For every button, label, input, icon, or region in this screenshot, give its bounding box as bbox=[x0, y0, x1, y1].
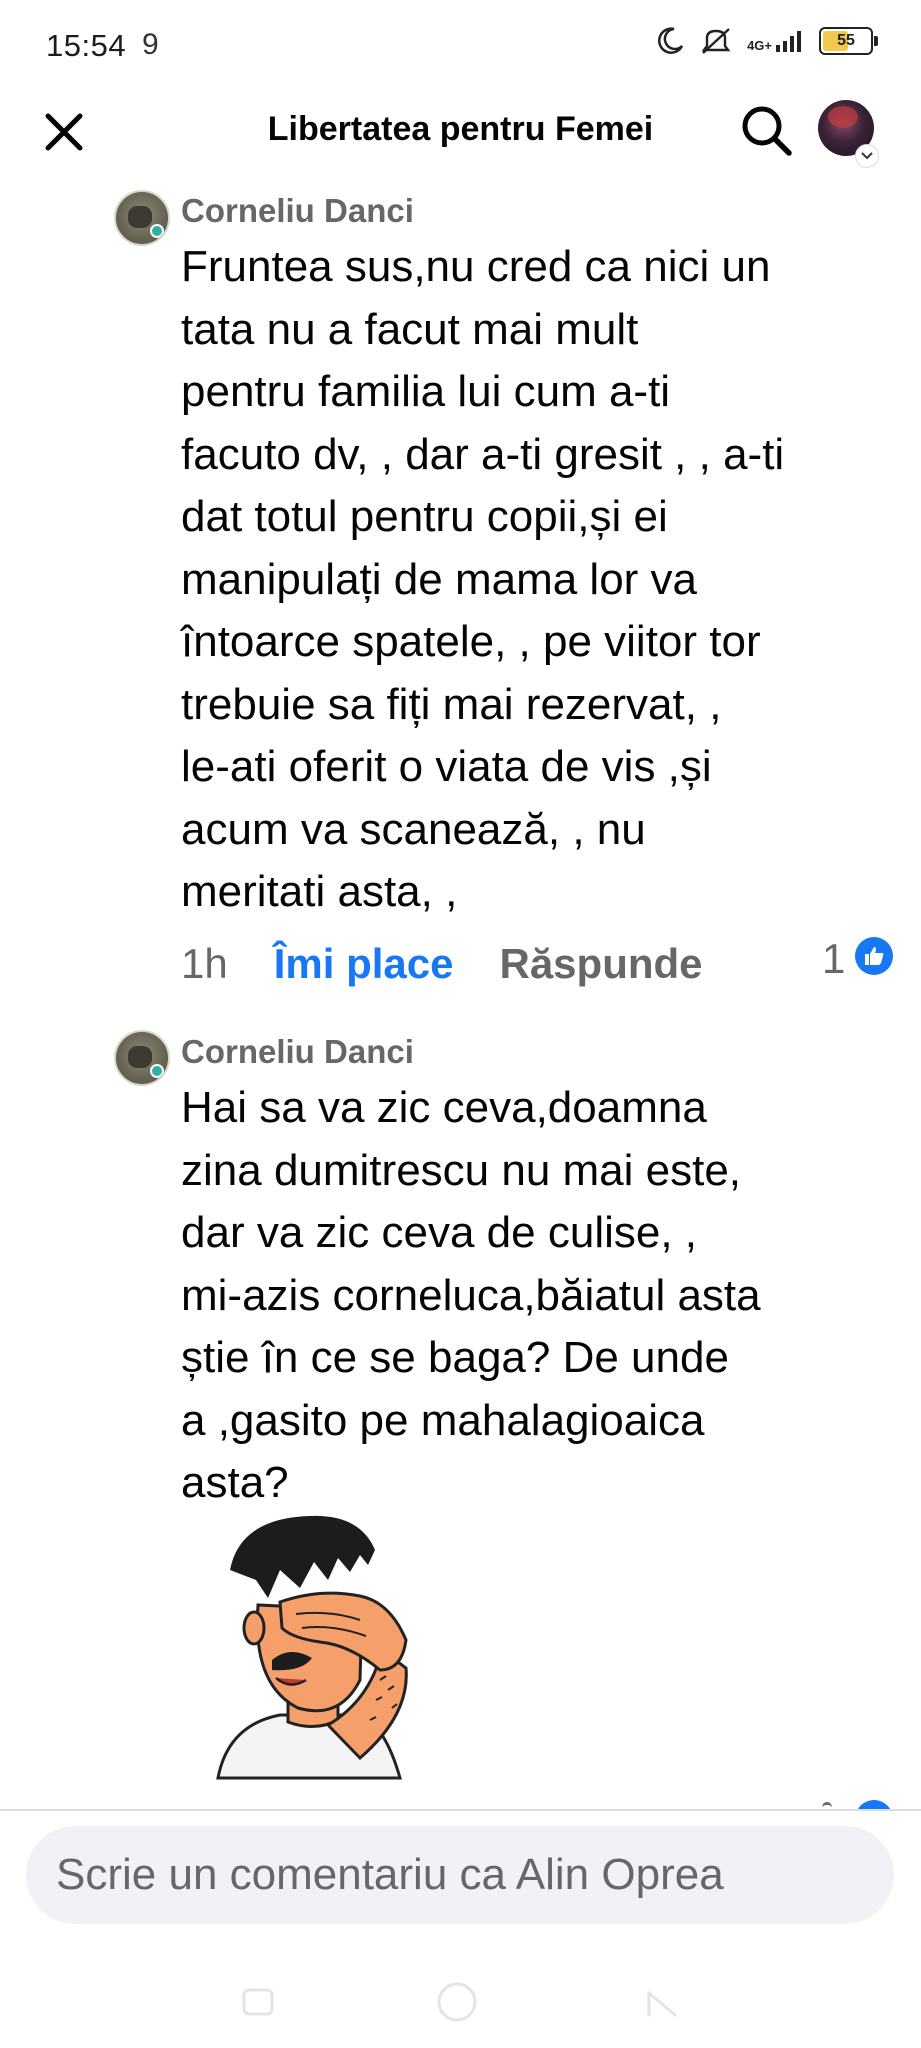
back-button[interactable] bbox=[640, 1980, 684, 2024]
circle-icon bbox=[437, 1982, 477, 2022]
square-icon bbox=[242, 1988, 274, 2016]
comment-author[interactable]: Corneliu Danci bbox=[181, 192, 414, 230]
avatar[interactable] bbox=[114, 190, 170, 246]
comment-text: Fruntea sus,nu cred ca nici un tata nu a… bbox=[181, 242, 785, 916]
home-button[interactable] bbox=[435, 1980, 479, 2024]
status-time: 15:54 bbox=[46, 28, 127, 63]
location-icon: 9 bbox=[142, 28, 159, 61]
system-navigation-bar bbox=[0, 1960, 921, 2048]
comment-actions: 1h Îmi place Răspunde bbox=[181, 940, 703, 988]
recent-apps-button[interactable] bbox=[236, 1980, 280, 2024]
avatar[interactable] bbox=[114, 1030, 170, 1086]
mute-vibrate-icon bbox=[701, 28, 731, 54]
facepalm-sticker[interactable] bbox=[210, 1510, 450, 1780]
search-icon bbox=[742, 106, 792, 156]
network-indicator: 4G+ bbox=[747, 29, 805, 53]
page-header: Libertatea pentru Femei bbox=[0, 92, 921, 182]
battery-percent: 55 bbox=[837, 32, 855, 49]
status-icons: 4G+ 55 bbox=[655, 26, 878, 56]
battery-icon: 55 bbox=[819, 27, 878, 55]
like-reaction-icon[interactable] bbox=[855, 937, 893, 975]
status-bar: 15:54 9 4G+ 55 bbox=[0, 0, 921, 92]
comment-author[interactable]: Corneliu Danci bbox=[181, 1033, 414, 1071]
reply-button[interactable]: Răspunde bbox=[499, 940, 702, 988]
reaction-count[interactable]: 1 bbox=[822, 935, 845, 983]
search-button[interactable] bbox=[736, 100, 796, 160]
back-arrow-icon bbox=[647, 1991, 677, 2017]
chevron-down-icon[interactable] bbox=[855, 144, 879, 168]
comment-text: Hai sa va zic ceva,doamna zina dumitresc… bbox=[181, 1083, 761, 1507]
like-button[interactable]: Îmi place bbox=[274, 940, 454, 988]
signal-icon bbox=[776, 31, 801, 52]
moon-icon bbox=[658, 27, 684, 54]
comment-input[interactable] bbox=[26, 1826, 894, 1924]
comment-timestamp[interactable]: 1h bbox=[181, 940, 228, 988]
network-label: 4G+ bbox=[747, 38, 772, 53]
composer-divider bbox=[0, 1809, 921, 1811]
